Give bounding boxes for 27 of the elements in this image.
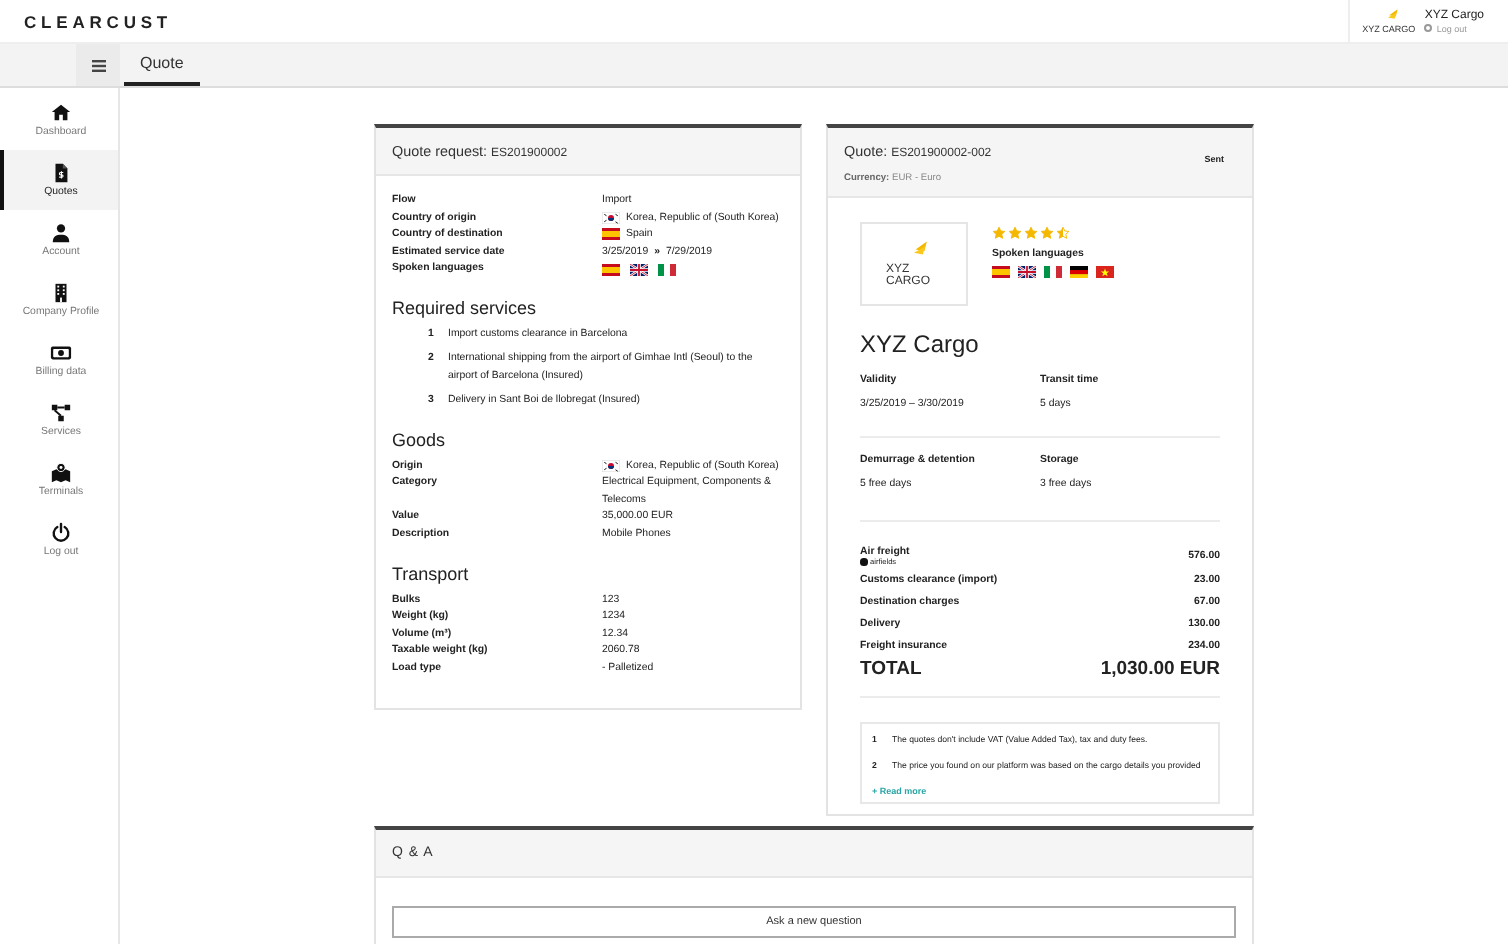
flag-icon (1044, 266, 1062, 278)
app-logo: CLEARCUST (24, 11, 173, 31)
flag-icon (602, 263, 620, 276)
flag-icon (992, 266, 1010, 278)
network-icon (50, 402, 72, 424)
flag-icon (630, 263, 648, 276)
section-heading: Transport (392, 563, 471, 584)
person-icon (50, 222, 72, 244)
flag-icon (1096, 266, 1114, 278)
section-heading: Required services (392, 297, 539, 318)
menu-icon[interactable] (76, 44, 120, 86)
document-icon (50, 162, 72, 184)
total-amount: 1,030.00 EUR (1100, 658, 1220, 680)
tab[interactable]: Quote (124, 44, 200, 86)
flag-icon (602, 211, 620, 224)
flag-icon (602, 228, 620, 241)
flag-icon (602, 459, 620, 472)
home-icon (50, 102, 72, 124)
section-heading: Goods (392, 429, 448, 450)
flag-icon (1018, 266, 1036, 278)
company-name: XYZ Cargo (860, 330, 981, 358)
total-label: TOTAL (860, 658, 922, 680)
flag-icon (658, 263, 676, 276)
building-icon (50, 282, 72, 304)
map-pin-icon (50, 462, 72, 484)
banknote-icon (50, 342, 72, 364)
flag-icon (1070, 266, 1088, 278)
